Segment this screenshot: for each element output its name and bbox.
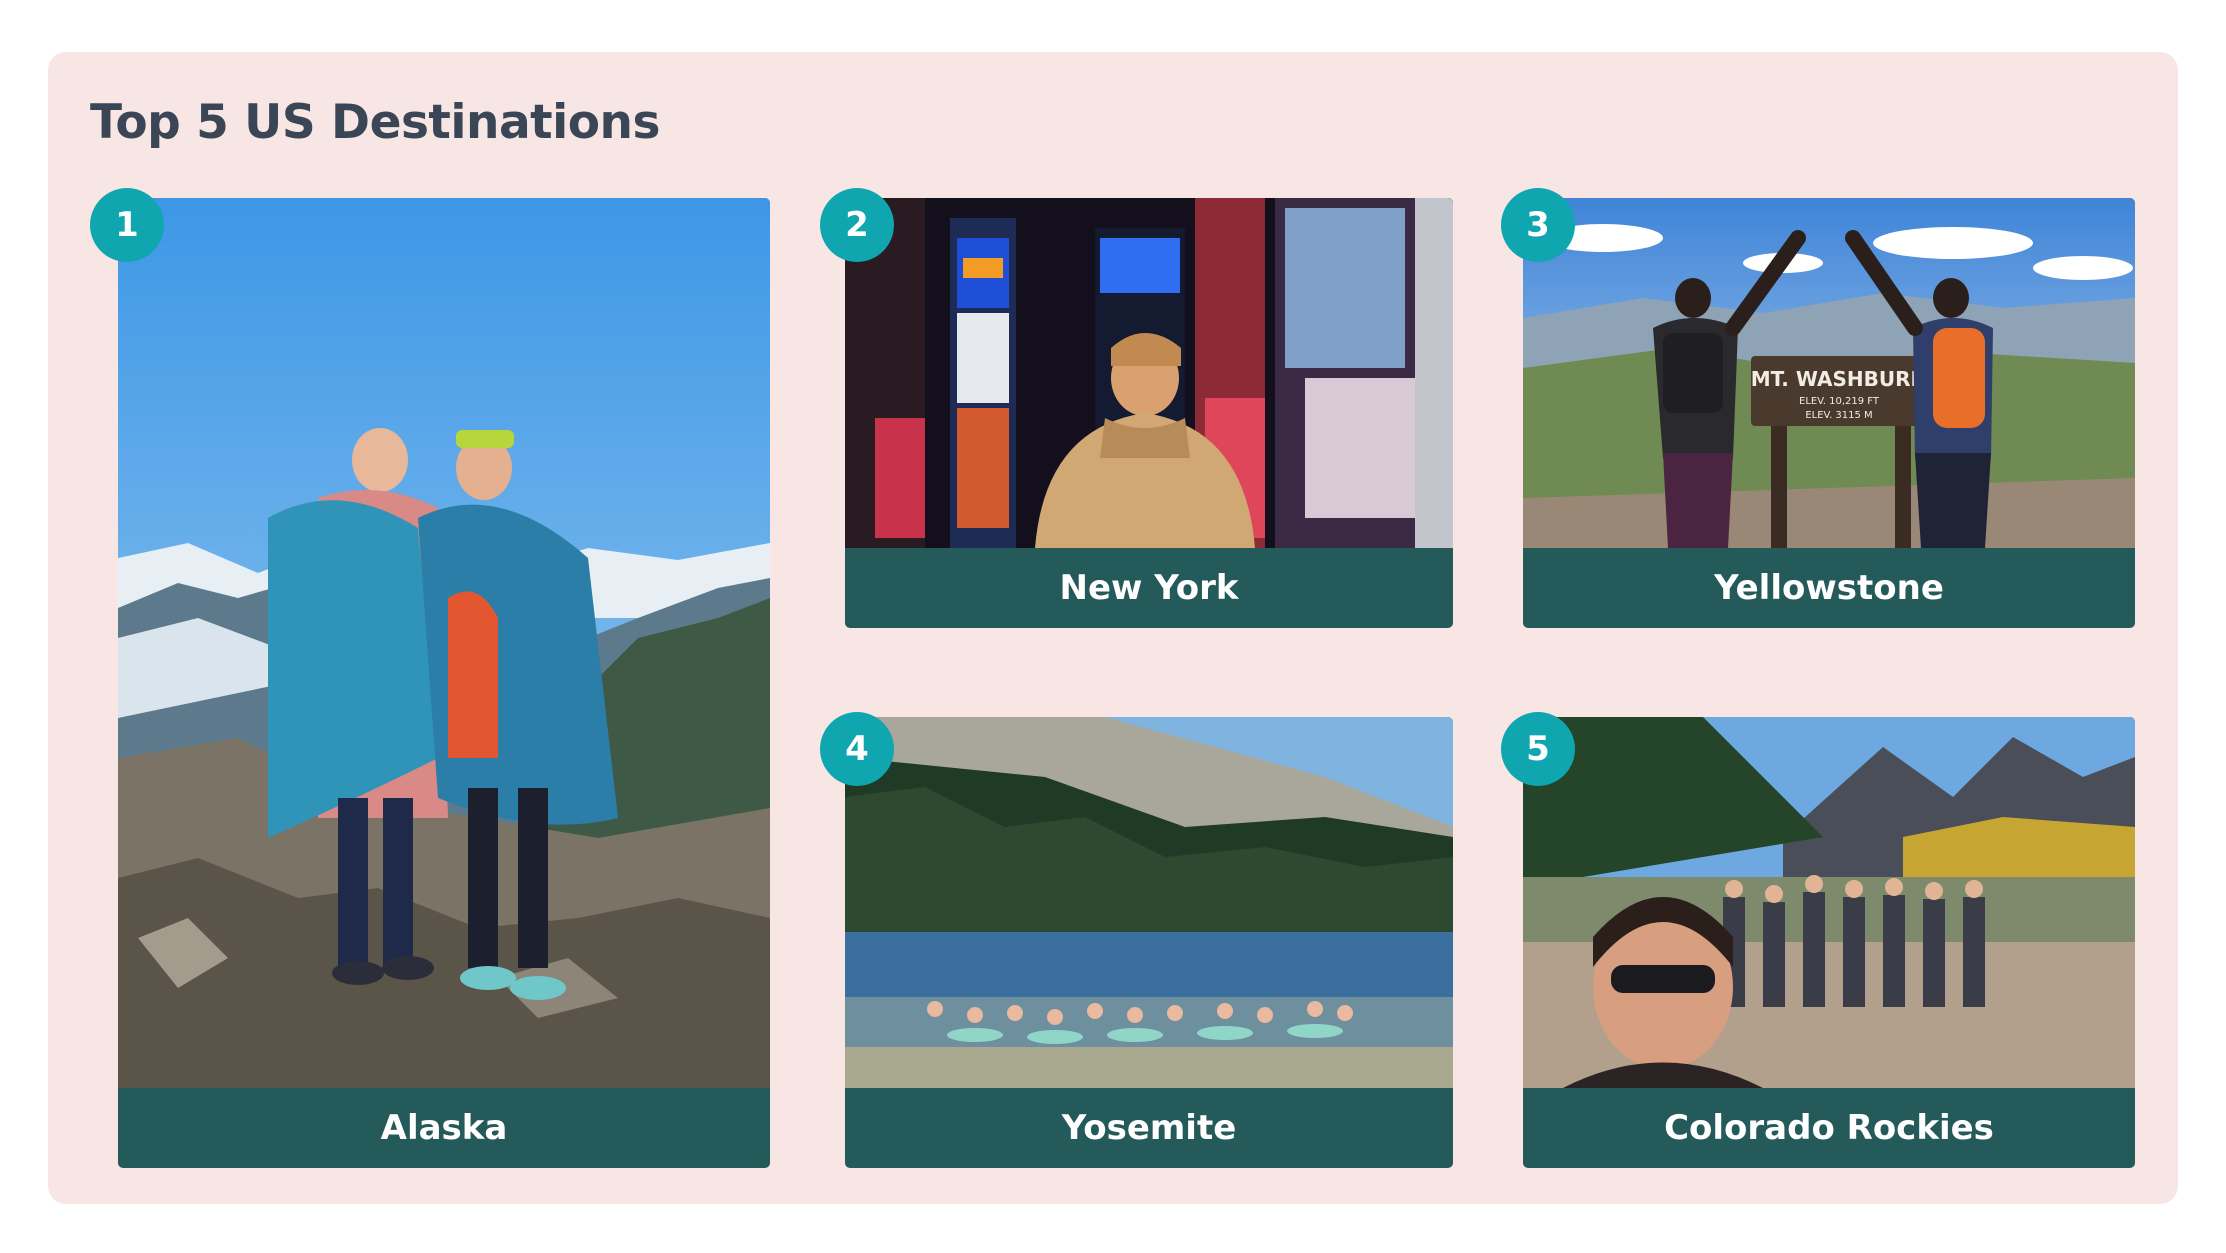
rank-badge-3: 3 <box>1501 188 1575 262</box>
card-caption-colorado-rockies: Colorado Rockies <box>1664 1108 1994 1148</box>
rank-badge-1: 1 <box>90 188 164 262</box>
card-caption-new-york: New York <box>1059 568 1239 608</box>
destination-card-yosemite[interactable]: Yosemite <box>845 717 1453 1168</box>
card-caption-alaska: Alaska <box>380 1108 508 1148</box>
yellowstone-sign-elev-ft: ELEV. 10,219 FT <box>1799 396 1880 407</box>
rank-badge-2: 2 <box>820 188 894 262</box>
alaska-photo <box>118 198 770 1088</box>
destination-card-yellowstone[interactable]: MT. WASHBURN ELEV. 10,219 FT ELEV. 3115 … <box>1523 198 2135 628</box>
rank-badge-5: 5 <box>1501 712 1575 786</box>
colorado-rockies-photo <box>1523 717 2135 1088</box>
destination-card-colorado-rockies[interactable]: Colorado Rockies <box>1523 717 2135 1168</box>
destination-card-new-york[interactable]: New York <box>845 198 1453 628</box>
yellowstone-sign-elev-m: ELEV. 3115 M <box>1805 410 1872 421</box>
card-caption-yellowstone: Yellowstone <box>1714 568 1944 608</box>
slide-title: Top 5 US Destinations <box>90 95 660 150</box>
yosemite-photo <box>845 717 1453 1088</box>
new-york-photo <box>845 198 1453 548</box>
yellowstone-photo: MT. WASHBURN ELEV. 10,219 FT ELEV. 3115 … <box>1523 198 2135 548</box>
card-caption-yosemite: Yosemite <box>1061 1108 1237 1148</box>
rank-badge-4: 4 <box>820 712 894 786</box>
yellowstone-sign-title: MT. WASHBURN <box>1751 367 1927 391</box>
destination-card-alaska[interactable]: Alaska <box>118 198 770 1168</box>
